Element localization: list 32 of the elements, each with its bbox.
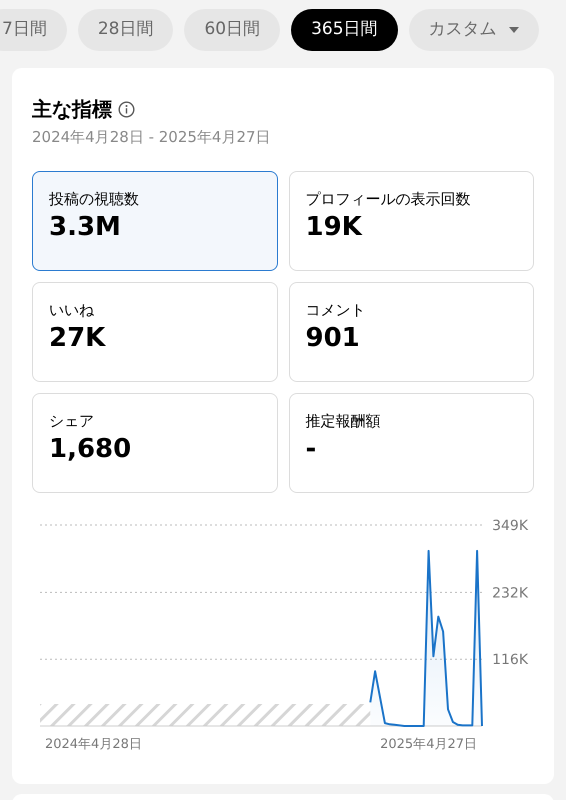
caret-icon <box>508 27 519 33</box>
y-tick-label: 349K <box>492 518 528 534</box>
metric-card[interactable]: プロフィールの表示回数 19K <box>288 170 534 270</box>
metric-card[interactable]: 推定報酬額 - <box>288 392 534 492</box>
metric-value: - <box>306 433 316 466</box>
metric-card[interactable]: いいね 27K <box>32 282 278 382</box>
metric-value: 19K <box>306 211 362 244</box>
metric-card[interactable]: 投稿の視聴数 3.3M <box>32 170 278 270</box>
metric-label: 投稿の視聴数 <box>49 188 139 210</box>
metric-value: 1,680 <box>49 433 132 466</box>
metric-value: 3.3M <box>49 211 121 244</box>
section-title: 主な指標 <box>32 96 112 123</box>
metric-card[interactable]: コメント 901 <box>288 282 534 382</box>
info-icon[interactable] <box>118 100 135 118</box>
date-range: 2024年4月28日 - 2025年4月27日 <box>32 127 272 148</box>
metric-card[interactable]: シェア 1,680 <box>32 392 278 492</box>
metric-value: 27K <box>49 322 106 355</box>
period-tab[interactable]: カスタム <box>408 9 539 51</box>
metric-value: 901 <box>306 322 360 355</box>
metric-label: シェア <box>49 410 94 432</box>
period-tab[interactable]: 7日間 <box>0 9 67 51</box>
x-tick-label: 2025年4月27日 <box>380 736 478 752</box>
y-tick-label: 232K <box>492 584 528 601</box>
metric-label: いいね <box>49 300 94 320</box>
period-tab[interactable]: 28日間 <box>78 9 174 51</box>
period-tab[interactable]: 365日間 <box>291 9 398 51</box>
metric-label: コメント <box>306 300 366 320</box>
metric-label: 推定報酬額 <box>306 410 380 432</box>
metric-label: プロフィールの表示回数 <box>306 188 470 210</box>
period-tab[interactable]: 60日間 <box>184 9 280 51</box>
y-tick-label: 116K <box>492 652 528 668</box>
x-tick-label: 2024年4月28日 <box>44 736 142 752</box>
